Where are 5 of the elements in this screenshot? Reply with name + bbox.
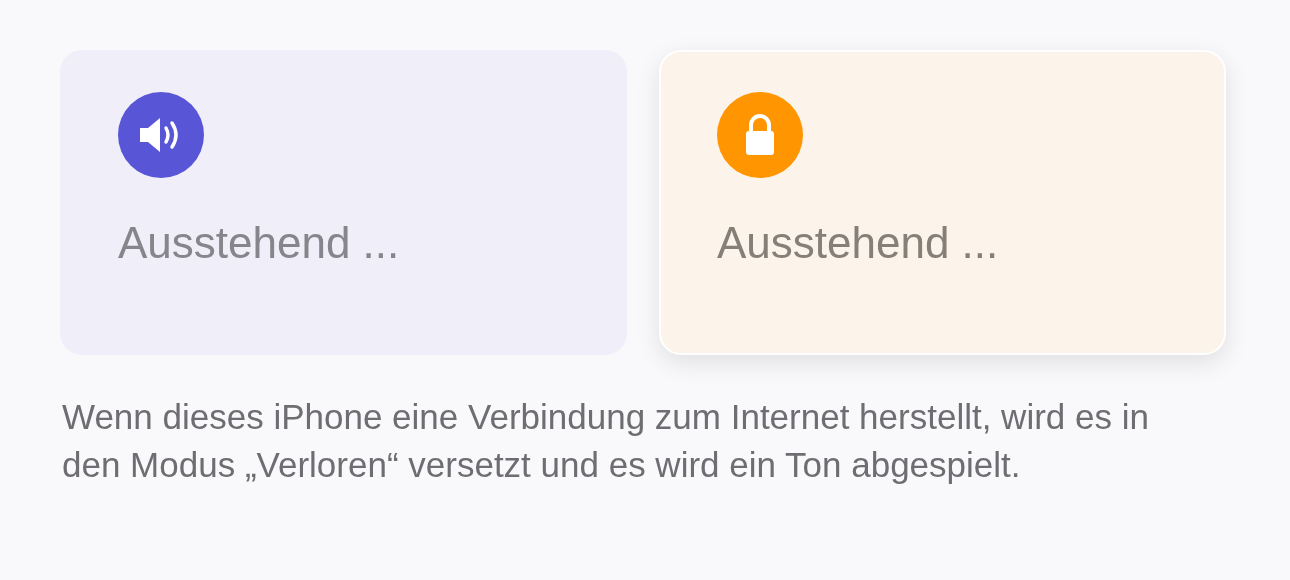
status-card[interactable]: Ausstehend ... <box>60 50 627 355</box>
status-label: Ausstehend ... <box>118 218 400 268</box>
status-label: Ausstehend ... <box>717 218 999 268</box>
description-text: Wenn dieses iPhone eine Verbindung zum Internet herstellt, wird es in den Modus „Verloren“ versetzt und es wird ein Ton abgespielt. <box>62 396 1150 486</box>
status-card[interactable]: Ausstehend ... <box>659 50 1226 355</box>
